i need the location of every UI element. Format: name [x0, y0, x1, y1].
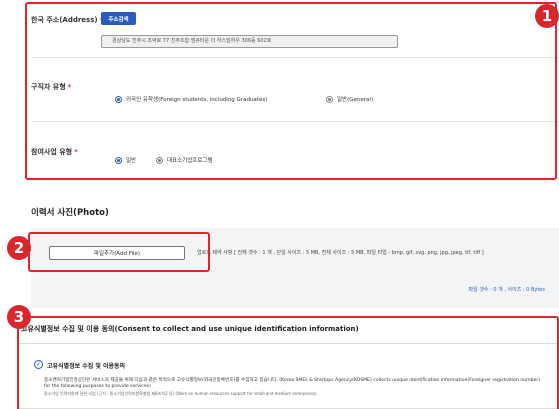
highlight-box-1	[25, 2, 557, 180]
step-badge-1: 1	[535, 4, 559, 28]
step-badge-2: 2	[7, 236, 31, 260]
upload-limits-text: 업로드 제약 사항 [ 전체 갯수 : 1 개 , 단일 사이즈 : 5 MB,…	[197, 250, 484, 256]
highlight-box-3	[17, 316, 559, 409]
step-badge-3: 3	[7, 305, 31, 329]
highlight-box-2	[28, 232, 210, 272]
file-count-text: 파일 갯수 : 0 개 , 사이즈 : 0 Bytes	[468, 287, 545, 293]
photo-section-title: 이력서 사진(Photo)	[31, 208, 109, 218]
